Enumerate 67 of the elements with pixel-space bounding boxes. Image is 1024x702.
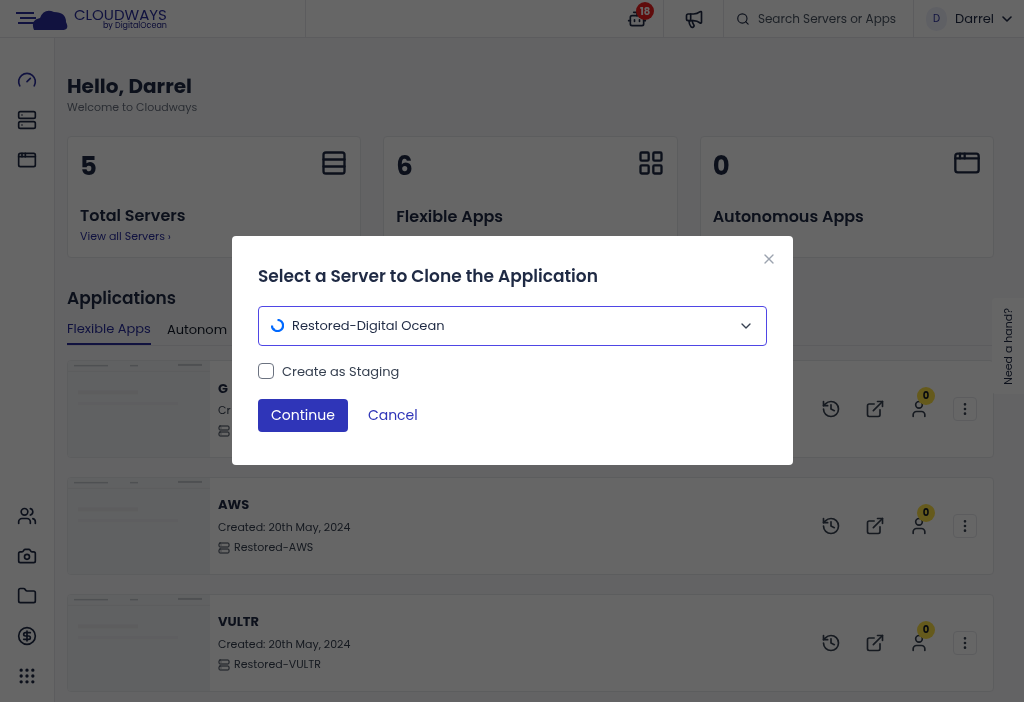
created-date: Created: 20th May, 2024	[218, 635, 351, 653]
select-value: Restored-Digital Ocean	[292, 315, 446, 336]
avatar-initial: D	[926, 6, 948, 31]
stat-label: Flexible Apps	[396, 204, 505, 229]
stat-label: Total Servers	[80, 204, 187, 228]
checkbox-label: Create as Staging	[282, 361, 400, 381]
gauge-icon[interactable]	[17, 70, 37, 90]
server-icon	[218, 539, 230, 556]
continue-button[interactable]: Continue	[258, 399, 348, 432]
count-badge: 0	[917, 620, 935, 639]
app-card[interactable]: AWS Created: 20th May, 2024 Restored-AWS 0	[67, 476, 994, 575]
stat-value: 5	[80, 152, 97, 179]
app-name: AWS	[218, 495, 250, 515]
stat-label: Autonomous Apps	[712, 204, 865, 229]
external-link-icon[interactable]	[865, 515, 885, 536]
users-icon[interactable]	[17, 506, 37, 526]
modal-title: Select a Server to Clone the Application	[258, 264, 599, 290]
history-icon[interactable]	[821, 398, 841, 419]
count-badge: 0	[917, 503, 935, 522]
user-icon[interactable]	[909, 632, 929, 653]
folder-icon[interactable]	[17, 586, 37, 606]
stat-value: 0	[712, 152, 730, 179]
window-icon[interactable]	[17, 150, 37, 170]
greeting-subtitle: Welcome to Cloudways	[67, 99, 199, 116]
app-tab[interactable]: Autonom	[166, 319, 228, 345]
chevron-down-icon	[1002, 15, 1012, 22]
server-name: Restored-AWS	[234, 539, 314, 556]
grid-dots-icon[interactable]	[17, 666, 37, 686]
camera-icon[interactable]	[17, 546, 37, 566]
server-icon[interactable]	[17, 110, 37, 130]
external-link-icon[interactable]	[865, 398, 885, 419]
stat-value: 6	[396, 152, 413, 179]
more-button[interactable]	[953, 630, 977, 655]
logo-text: CLOUDWAYS	[74, 7, 167, 22]
section-title: Applications	[67, 285, 178, 311]
server-icon	[218, 422, 230, 439]
dollar-icon[interactable]	[17, 626, 37, 646]
server-name: Restored-VULTR	[234, 656, 321, 673]
history-icon[interactable]	[821, 632, 841, 653]
spinner-logo-icon	[271, 319, 284, 332]
created-date: Cr	[218, 402, 231, 419]
announcement-icon[interactable]	[683, 8, 704, 29]
app-card[interactable]: VULTR Created: 20th May, 2024 Restored-VULTR 0	[67, 593, 994, 692]
user-icon[interactable]	[909, 398, 929, 419]
user-menu[interactable]: D Darrel	[914, 0, 1024, 37]
app-name: VULTR	[218, 612, 259, 632]
history-icon[interactable]	[821, 515, 841, 536]
user-name: Darrel	[955, 8, 994, 29]
search-icon	[736, 10, 750, 27]
more-button[interactable]	[953, 513, 977, 538]
user-icon[interactable]	[909, 515, 929, 536]
external-link-icon[interactable]	[865, 632, 885, 653]
count-badge: 0	[917, 386, 935, 405]
app-tab[interactable]: Flexible Apps	[67, 319, 151, 345]
more-button[interactable]	[953, 396, 977, 421]
apps-grid-icon	[636, 148, 665, 177]
notification-badge: 18	[636, 2, 654, 20]
created-date: Created: 20th May, 2024	[218, 518, 351, 536]
search-field[interactable]: Search Servers or Apps	[757, 9, 901, 28]
cancel-button[interactable]: Cancel	[367, 405, 418, 426]
staging-checkbox[interactable]	[258, 363, 274, 380]
greeting-title: Hello, Darrel	[67, 74, 193, 99]
server-icon	[218, 656, 230, 673]
app-name: G	[218, 378, 228, 398]
server-select[interactable]: Restored-Digital Ocean	[258, 305, 767, 346]
logo-subtext: by DigitalOcean	[102, 22, 167, 30]
server-stack-icon	[320, 148, 349, 177]
